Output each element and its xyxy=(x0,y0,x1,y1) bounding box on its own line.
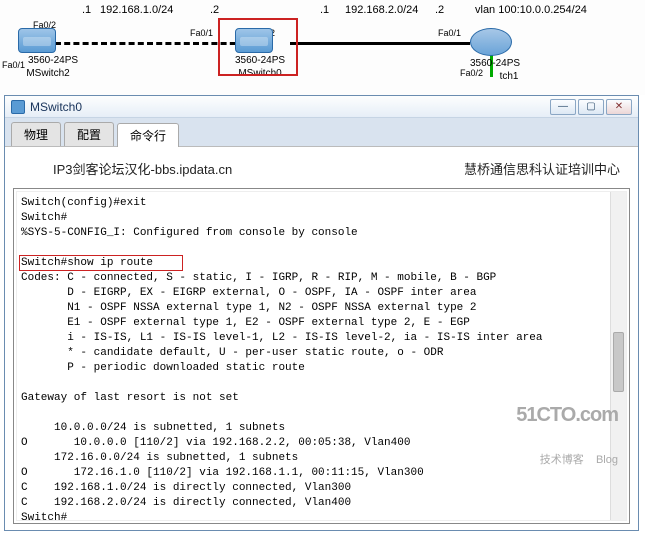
tab-config[interactable]: 配置 xyxy=(64,122,114,146)
net1-addr-b: .2 xyxy=(210,4,219,16)
device-mswitch2[interactable]: 3560-24PS MSwitch2 xyxy=(18,28,78,79)
device-name-label: MSwitch2 xyxy=(18,68,78,79)
heading-left: IP3剑客论坛汉化-bbs.ipdata.cn xyxy=(53,159,232,178)
device-model-label: 3560-24PS xyxy=(28,55,78,66)
net1-label: 192.168.1.0/24 xyxy=(100,4,173,16)
port-fa01-right: Fa0/1 xyxy=(438,28,461,38)
minimize-button[interactable]: — xyxy=(550,99,576,115)
port-fa01-mid-l: Fa0/1 xyxy=(190,28,213,38)
device-mswitch1[interactable]: 3560-24PS tch1 xyxy=(470,28,520,82)
tab-physical[interactable]: 物理 xyxy=(11,122,61,146)
close-button[interactable]: ✕ xyxy=(606,99,632,115)
net2-addr-a: .1 xyxy=(320,4,329,16)
window-controls: — ▢ ✕ xyxy=(550,99,632,115)
device-model-label: 3560-24PS xyxy=(470,58,520,69)
switch-icon xyxy=(18,28,56,53)
link-left xyxy=(55,42,245,45)
content-heading: IP3剑客论坛汉化-bbs.ipdata.cn 慧桥通信思科认证培训中心 xyxy=(13,153,630,184)
device-name-label: tch1 xyxy=(498,71,520,82)
net1-addr-a: .1 xyxy=(82,4,91,16)
net2-addr-b: .2 xyxy=(435,4,444,16)
app-icon xyxy=(11,100,25,114)
heading-right: 慧桥通信思科认证培训中心 xyxy=(464,159,620,178)
network-topology: 192.168.1.0/24 .1 .2 192.168.2.0/24 .1 .… xyxy=(0,0,645,95)
app-window: MSwitch0 — ▢ ✕ 物理 配置 命令行 IP3剑客论坛汉化-bbs.i… xyxy=(4,95,639,531)
terminal-frame: Switch(config)#exit Switch# %SYS-5-CONFI… xyxy=(13,188,630,524)
window-title: MSwitch0 xyxy=(30,100,550,114)
device-highlight xyxy=(218,18,298,76)
link-right xyxy=(290,42,470,45)
tab-bar: 物理 配置 命令行 xyxy=(5,118,638,147)
titlebar[interactable]: MSwitch0 — ▢ ✕ xyxy=(5,96,638,118)
cli-terminal[interactable]: Switch(config)#exit Switch# %SYS-5-CONFI… xyxy=(16,191,627,521)
core-switch-icon xyxy=(470,28,512,56)
vlan-label: vlan 100:10.0.0.254/24 xyxy=(475,4,587,16)
net2-label: 192.168.2.0/24 xyxy=(345,4,418,16)
tab-cli[interactable]: 命令行 xyxy=(117,123,179,147)
maximize-button[interactable]: ▢ xyxy=(578,99,604,115)
window-content: IP3剑客论坛汉化-bbs.ipdata.cn 慧桥通信思科认证培训中心 Swi… xyxy=(5,147,638,530)
